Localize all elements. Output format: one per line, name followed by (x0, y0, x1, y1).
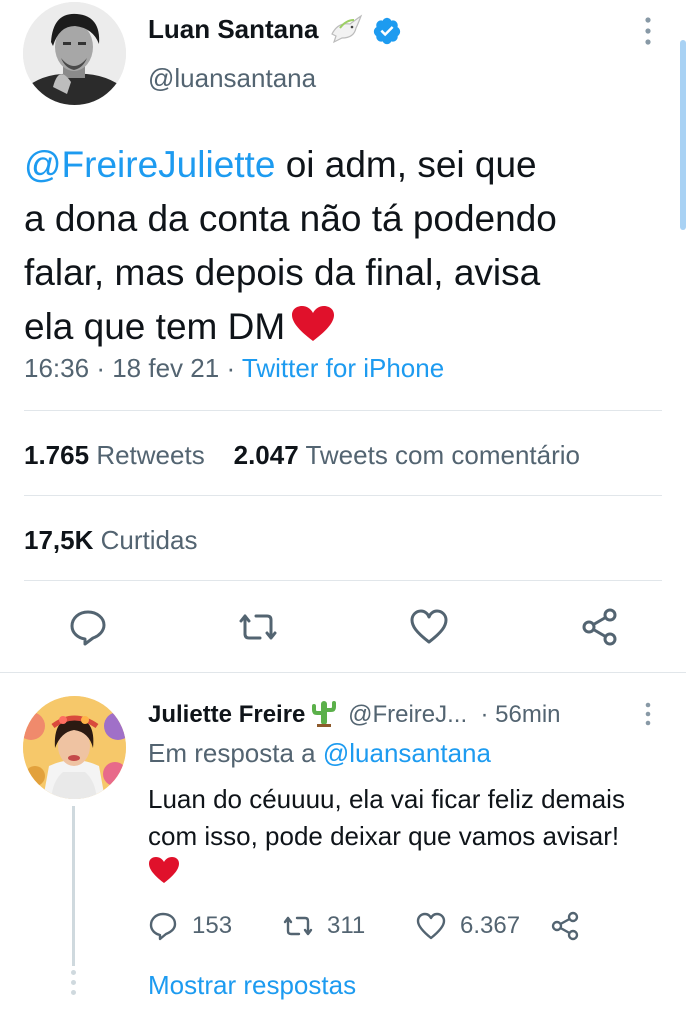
share-icon[interactable] (580, 607, 620, 647)
tweet-text-line: a dona da conta não tá podendo (24, 198, 557, 239)
author-name[interactable]: Luan Santana (148, 14, 318, 45)
author-avatar[interactable] (23, 2, 126, 105)
reply-header: Juliette Freire @FreireJ... · 56min (148, 699, 561, 729)
tweet-text-line: ela que tem DM (24, 306, 286, 347)
in-reply-to-mention[interactable]: @luansantana (323, 738, 491, 768)
retweet-count: 311 (327, 912, 366, 939)
like-count: 6.367 (460, 912, 521, 939)
divider (24, 410, 662, 411)
tweet-meta: 16:36 · 18 fev 21 · Twitter for iPhone (24, 353, 444, 384)
tweet-text-line: falar, mas depois da final, avisa (24, 252, 541, 293)
reply-icon[interactable] (68, 607, 108, 647)
reply-author-name[interactable]: Juliette Freire (148, 701, 305, 728)
retweets-stat[interactable]: 1.765 Retweets (24, 440, 205, 470)
dove-emoji-icon (331, 14, 363, 44)
reply-text: Luan do céuuuu, ela vai ficar feliz dema… (148, 781, 678, 855)
tweet-date: 18 fev 21 (112, 353, 220, 383)
more-options-icon[interactable] (638, 700, 658, 728)
red-heart-emoji-icon (149, 857, 179, 883)
tweet-time: 16:36 (24, 353, 90, 383)
quote-tweets-stat[interactable]: 2.047 Tweets com comentário (234, 440, 580, 470)
reply-author-avatar[interactable] (23, 696, 126, 799)
like-icon[interactable] (409, 607, 449, 647)
like-icon (416, 912, 446, 940)
author-handle[interactable]: @luansantana (148, 63, 316, 94)
reply-like-action[interactable]: 6.367 (416, 909, 520, 943)
thread-dot (71, 970, 76, 975)
reply-icon (149, 912, 177, 941)
scrollbar-thumb[interactable] (680, 40, 686, 230)
divider (24, 580, 662, 581)
cactus-emoji-icon (312, 701, 337, 727)
section-separator (0, 672, 686, 673)
reply-text-line: Luan do céuuuu, ela vai ficar feliz dema… (148, 784, 625, 814)
red-heart-emoji-icon (292, 306, 335, 341)
divider (24, 495, 662, 496)
tweet-source-link[interactable]: Twitter for iPhone (242, 353, 444, 383)
more-options-icon[interactable] (636, 14, 660, 48)
tweet-stats-row: 1.765 Retweets 2.047 Tweets com comentár… (24, 440, 580, 471)
tweet-text: @FreireJuliette oi adm, sei que a dona d… (24, 138, 664, 354)
meta-separator: · (96, 353, 105, 383)
meta-separator: · (473, 701, 496, 728)
reply-author-handle[interactable]: @FreireJ... (348, 701, 467, 728)
thread-dot (71, 980, 76, 985)
likes-stat[interactable]: 17,5K Curtidas (24, 525, 197, 556)
mention-link[interactable]: @FreireJuliette (24, 144, 275, 185)
in-reply-prefix: Em resposta a (148, 738, 316, 768)
reply-text-line: com isso, pode deixar que vamos avisar! (148, 821, 620, 851)
verified-badge-icon (373, 17, 401, 45)
reply-reply-action[interactable]: 153 (148, 909, 232, 943)
show-replies-link[interactable]: Mostrar respostas (148, 970, 356, 1001)
retweet-icon[interactable] (238, 607, 278, 647)
reply-retweet-action[interactable]: 311 (283, 909, 365, 943)
reply-share-action[interactable] (550, 909, 594, 943)
thread-dot (71, 990, 76, 995)
retweet-icon (283, 916, 313, 936)
reply-count: 153 (192, 912, 233, 939)
reply-time[interactable]: 56min (495, 701, 560, 728)
meta-separator: · (226, 353, 236, 383)
thread-connector-line (72, 806, 75, 966)
share-icon (551, 911, 579, 941)
tweet-text-line: oi adm, sei que (275, 144, 537, 185)
in-reply-to: Em resposta a @luansantana (148, 738, 491, 769)
